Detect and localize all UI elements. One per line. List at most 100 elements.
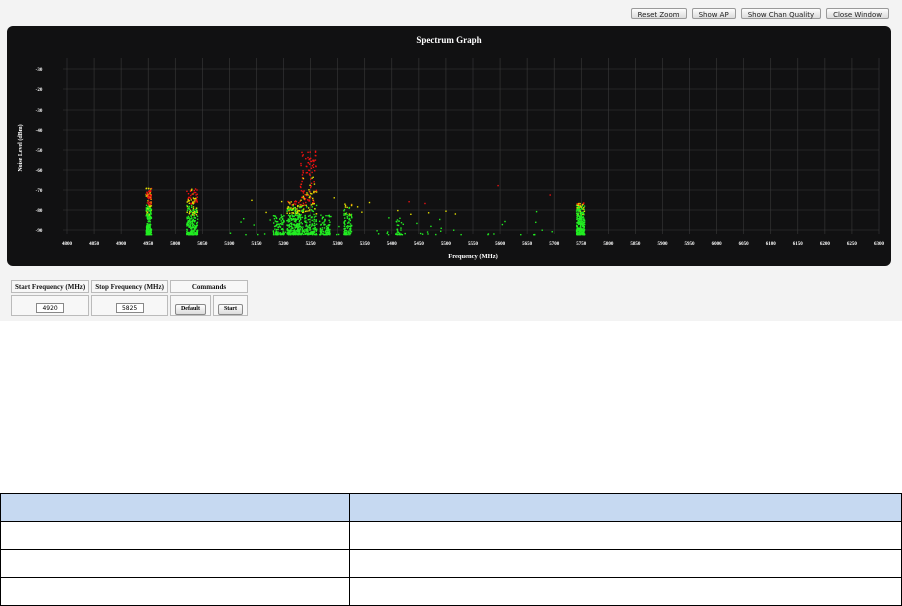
data-point xyxy=(148,201,151,204)
x-tick-label: 5500 xyxy=(441,242,452,247)
data-point xyxy=(310,178,312,180)
data-point xyxy=(188,205,190,208)
data-point xyxy=(293,229,296,231)
close-window-button[interactable]: Close Window xyxy=(826,8,889,19)
data-point xyxy=(302,226,304,228)
data-point xyxy=(188,226,190,228)
data-point xyxy=(314,208,316,210)
data-point xyxy=(192,214,194,216)
spectrum-graph[interactable]: Spectrum Graph 4800 4850 4900 4950 5000 5050 51… xyxy=(7,26,891,266)
data-point xyxy=(347,233,349,236)
data-point xyxy=(282,219,285,222)
data-point xyxy=(298,230,301,232)
data-point xyxy=(195,211,197,214)
data-point xyxy=(308,158,310,161)
data-point xyxy=(316,233,318,236)
data-point xyxy=(576,228,579,230)
data-point xyxy=(298,215,300,217)
x-tick-label: 6250 xyxy=(847,242,858,247)
data-point xyxy=(350,204,353,207)
data-point xyxy=(287,224,289,227)
default-button[interactable]: Default xyxy=(174,303,206,315)
toolbar: Reset Zoom Show AP Show Chan Quality Clo… xyxy=(630,8,889,19)
data-point xyxy=(188,202,191,205)
data-point xyxy=(400,227,402,229)
data-point xyxy=(306,199,309,201)
data-point xyxy=(493,233,495,235)
data-point xyxy=(386,232,388,235)
stop-frequency-input[interactable] xyxy=(115,303,144,313)
data-point xyxy=(315,191,318,193)
data-point xyxy=(294,203,297,205)
data-point xyxy=(312,163,315,166)
data-point xyxy=(350,225,353,227)
data-point xyxy=(148,204,150,206)
data-point xyxy=(291,215,294,217)
x-tick-label: 5650 xyxy=(522,242,533,247)
data-point xyxy=(192,225,194,228)
show-ap-button[interactable]: Show AP xyxy=(691,8,736,19)
data-point xyxy=(150,201,152,203)
data-point xyxy=(578,233,581,235)
data-point xyxy=(195,207,198,209)
data-point xyxy=(150,212,152,214)
data-point xyxy=(192,208,195,210)
data-point xyxy=(189,210,192,212)
data-point xyxy=(190,211,193,213)
data-point xyxy=(410,213,412,216)
data-point xyxy=(312,197,314,200)
data-point xyxy=(577,215,580,217)
data-point xyxy=(314,226,316,229)
data-point xyxy=(229,232,232,234)
data-point xyxy=(189,218,191,220)
data-point xyxy=(309,174,311,176)
data-point xyxy=(309,218,311,221)
table-row xyxy=(0,549,902,578)
data-point xyxy=(190,227,192,230)
show-chan-quality-button[interactable]: Show Chan Quality xyxy=(740,8,822,19)
data-point xyxy=(343,225,346,227)
data-point xyxy=(583,205,586,207)
data-point xyxy=(424,202,426,205)
start-frequency-cell xyxy=(11,295,90,316)
start-button[interactable]: Start xyxy=(217,303,243,315)
data-point xyxy=(147,228,149,231)
data-point xyxy=(294,213,296,215)
data-point xyxy=(297,205,299,207)
data-point xyxy=(192,224,194,226)
spectrum-chart-svg[interactable]: Spectrum Graph 4800 4850 4900 4950 5000 5050 51… xyxy=(7,26,891,266)
data-point xyxy=(397,209,399,212)
data-point xyxy=(290,233,292,235)
data-point xyxy=(319,227,322,230)
data-point xyxy=(398,220,400,222)
data-point xyxy=(192,229,194,232)
data-point xyxy=(440,227,442,230)
x-tick-label: 5050 xyxy=(197,242,208,247)
data-point xyxy=(582,224,584,226)
data-point xyxy=(350,213,353,216)
chart-title: Spectrum Graph xyxy=(416,35,481,45)
data-point xyxy=(302,170,304,172)
data-point xyxy=(312,166,315,169)
data-point xyxy=(315,204,318,207)
data-point xyxy=(583,230,585,233)
data-point xyxy=(309,186,312,189)
data-point xyxy=(300,206,303,208)
data-point xyxy=(274,220,277,222)
data-point xyxy=(306,165,308,168)
data-point xyxy=(188,222,190,224)
data-point xyxy=(193,189,195,192)
data-point xyxy=(399,217,401,219)
data-point xyxy=(377,233,380,235)
data-point xyxy=(146,211,149,213)
data-point xyxy=(195,226,197,229)
reset-zoom-button[interactable]: Reset Zoom xyxy=(630,8,687,19)
data-point xyxy=(313,222,316,224)
data-point xyxy=(240,221,242,223)
table-cell xyxy=(0,521,350,550)
start-frequency-input[interactable] xyxy=(36,303,65,313)
data-point xyxy=(315,219,317,221)
data-point xyxy=(306,227,309,229)
data-point xyxy=(300,218,302,221)
data-point xyxy=(577,219,580,222)
